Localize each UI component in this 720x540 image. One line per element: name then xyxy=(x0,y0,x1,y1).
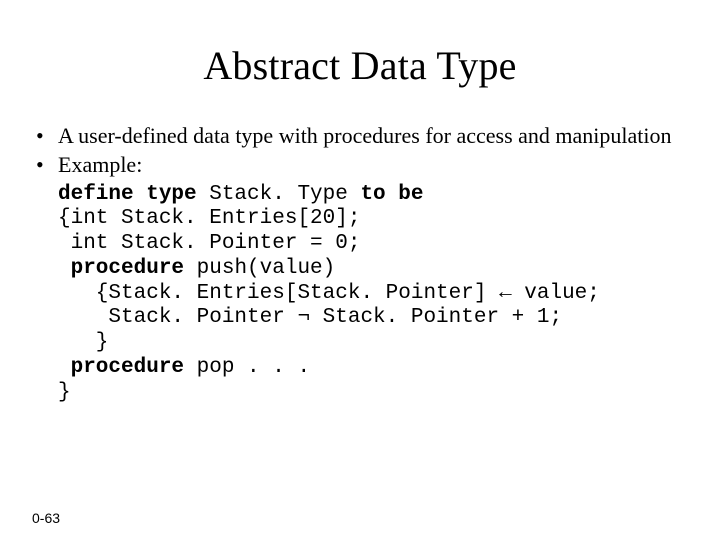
code-line: } xyxy=(58,331,108,354)
code-text: Stack. Type xyxy=(197,183,361,206)
code-line: {int Stack. Entries[20]; xyxy=(58,207,360,230)
keyword-define-type: define type xyxy=(58,183,197,206)
code-line: int Stack. Pointer = 0; xyxy=(58,232,360,255)
code-line: } xyxy=(58,381,71,404)
code-line: {Stack. Entries[Stack. Pointer] ← value; xyxy=(58,282,600,305)
code-text: push(value) xyxy=(184,257,335,280)
bullet-list: A user-defined data type with procedures… xyxy=(36,123,684,179)
bullet-item: A user-defined data type with procedures… xyxy=(36,123,684,150)
bullet-item: Example: xyxy=(36,152,684,179)
page-number: 0-63 xyxy=(32,510,60,526)
keyword-procedure: procedure xyxy=(58,356,184,379)
code-block: define type Stack. Type to be {int Stack… xyxy=(58,183,684,406)
code-line: Stack. Pointer ¬ Stack. Pointer + 1; xyxy=(58,306,562,329)
slide-title: Abstract Data Type xyxy=(0,42,720,89)
slide: Abstract Data Type A user-defined data t… xyxy=(0,42,720,540)
keyword-procedure: procedure xyxy=(58,257,184,280)
slide-body: A user-defined data type with procedures… xyxy=(36,123,684,406)
code-text: pop . . . xyxy=(184,356,310,379)
keyword-to-be: to be xyxy=(360,183,423,206)
